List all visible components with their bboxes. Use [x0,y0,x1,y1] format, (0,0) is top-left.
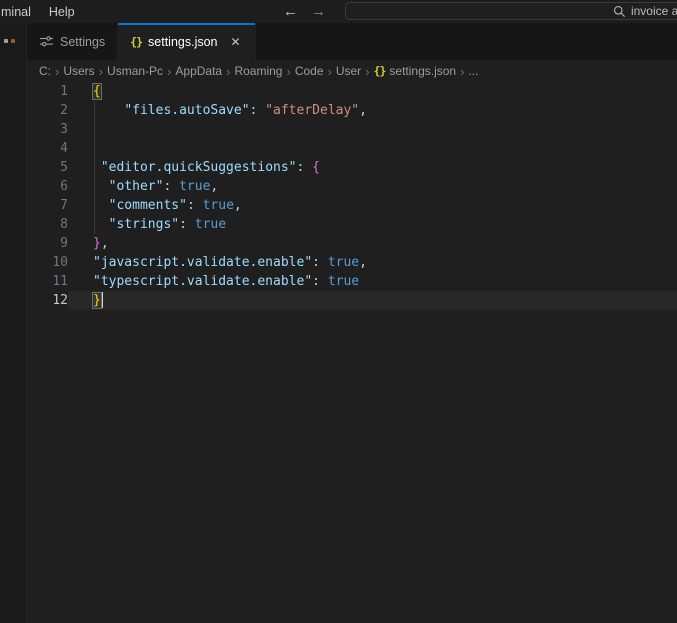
line-number: 12 [27,291,68,310]
breadcrumb-item-users[interactable]: Users [63,64,94,78]
code-line-content[interactable]: }, [68,234,677,253]
search-command-center[interactable]: invoice ap [345,2,677,20]
code-line: 4 [27,139,677,158]
overflow-dots-icon [4,39,15,43]
code-line: 6 "other": true, [27,177,677,196]
code-area: 1{2 "files.autoSave": "afterDelay",345 "… [27,82,677,310]
line-number: 3 [27,120,68,139]
line-number: 1 [27,82,68,101]
settings-sliders-icon [39,34,54,49]
chevron-right-icon: › [51,65,63,78]
title-bar: minal Help ← → invoice ap [0,0,677,23]
search-query-text: invoice ap [631,4,677,18]
line-number: 10 [27,253,68,272]
menu-item-terminal[interactable]: minal [0,5,40,19]
chevron-right-icon: › [163,65,175,78]
code-line: 7 "comments": true, [27,196,677,215]
code-line-content[interactable]: "typescript.validate.enable": true [68,272,677,291]
code-line-content[interactable] [68,139,677,158]
chevron-right-icon: › [361,65,373,78]
breadcrumb-item--[interactable]: ... [468,64,478,78]
editor-group: Settings {} settings.json ✕ C:›Users›Usm… [27,23,677,623]
breadcrumb-item-roaming[interactable]: Roaming [234,64,282,78]
code-line-content[interactable]: { [68,82,677,101]
json-braces-icon: {} [130,35,142,49]
back-arrow-icon[interactable]: ← [283,4,298,19]
code-line-content[interactable]: "javascript.validate.enable": true, [68,253,677,272]
line-number: 6 [27,177,68,196]
code-line: 3 [27,120,677,139]
code-line: 2 "files.autoSave": "afterDelay", [27,101,677,120]
breadcrumb-item-usman-pc[interactable]: Usman-Pc [107,64,163,78]
breadcrumb-item-c-[interactable]: C: [39,64,51,78]
breadcrumb: C:›Users›Usman-Pc›AppData›Roaming›Code›U… [27,60,677,82]
code-line-content[interactable]: "other": true, [68,177,677,196]
search-icon [613,5,626,18]
history-navigation: ← → [283,0,326,23]
text-cursor [101,292,103,308]
json-braces-icon: {} [374,64,386,78]
forward-arrow-icon[interactable]: → [311,4,326,19]
line-number: 4 [27,139,68,158]
code-line: 8 "strings": true [27,215,677,234]
code-line: 9}, [27,234,677,253]
code-line-content[interactable] [68,120,677,139]
chevron-right-icon: › [456,65,468,78]
code-line: 10"javascript.validate.enable": true, [27,253,677,272]
tab-label: settings.json [148,35,217,49]
code-line-content[interactable]: "strings": true [68,215,677,234]
breadcrumb-item-settings-json[interactable]: {}settings.json [374,64,457,78]
breadcrumb-item-user[interactable]: User [336,64,361,78]
chevron-right-icon: › [282,65,294,78]
line-number: 8 [27,215,68,234]
code-line-content[interactable]: "editor.quickSuggestions": { [68,158,677,177]
line-number: 7 [27,196,68,215]
close-icon[interactable]: ✕ [229,34,243,50]
chevron-right-icon: › [95,65,107,78]
line-number: 5 [27,158,68,177]
chevron-right-icon: › [324,65,336,78]
code-line-content[interactable]: "files.autoSave": "afterDelay", [68,101,677,120]
code-line: 12} [27,291,677,310]
chevron-right-icon: › [222,65,234,78]
tab-label: Settings [60,35,105,49]
menu-item-help[interactable]: Help [40,5,84,19]
line-number: 2 [27,101,68,120]
breadcrumb-item-code[interactable]: Code [295,64,324,78]
code-line: 1{ [27,82,677,101]
tab-settings[interactable]: Settings [27,23,118,60]
tab-settings-json[interactable]: {} settings.json ✕ [118,23,255,60]
code-line-content[interactable]: "comments": true, [68,196,677,215]
code-line: 11"typescript.validate.enable": true [27,272,677,291]
code-line-content[interactable]: } [68,291,677,310]
line-number: 11 [27,272,68,291]
code-line: 5 "editor.quickSuggestions": { [27,158,677,177]
left-panel-edge [0,23,27,623]
tab-bar: Settings {} settings.json ✕ [27,23,677,60]
line-number: 9 [27,234,68,253]
breadcrumb-item-appdata[interactable]: AppData [175,64,222,78]
